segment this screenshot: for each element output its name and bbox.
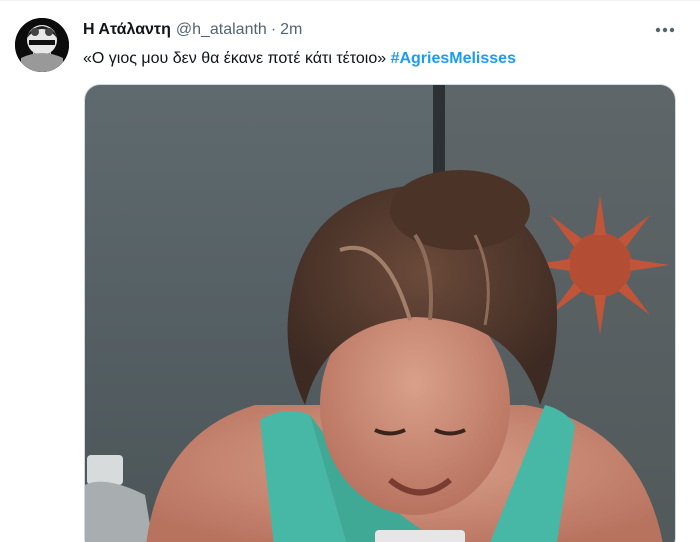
display-name[interactable]: Η Ατάλαντη — [83, 21, 171, 39]
user-handle[interactable]: @h_atalanth — [176, 21, 267, 39]
avatar-image — [15, 18, 69, 72]
media-image — [85, 85, 675, 542]
more-options-button[interactable] — [652, 20, 678, 40]
hashtag-link[interactable]: #AgriesMelisses — [391, 50, 516, 67]
more-horizontal-icon — [655, 27, 675, 33]
tweet-body: «Ο γιος μου δεν θα έκανε ποτέ κάτι τέτοι… — [83, 50, 391, 67]
timestamp[interactable]: 2m — [280, 21, 302, 39]
tweet-text: «Ο γιος μου δεν θα έκανε ποτέ κάτι τέτοι… — [83, 49, 683, 69]
avatar[interactable] — [15, 18, 69, 72]
tweet-header: Η Ατάλαντη @h_atalanth · 2m — [83, 21, 302, 43]
separator-dot: · — [270, 21, 277, 38]
divider — [0, 0, 700, 1]
tweet-card[interactable]: Η Ατάλαντη @h_atalanth · 2m «Ο γιος μου … — [0, 0, 700, 542]
tweet-media[interactable] — [84, 84, 676, 542]
